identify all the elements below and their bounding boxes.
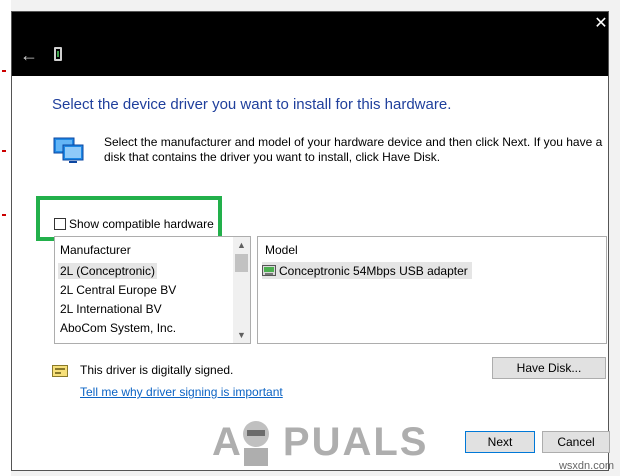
mascot-icon	[243, 421, 269, 466]
back-arrow-icon[interactable]: ←	[18, 44, 40, 66]
driver-signing-link[interactable]: Tell me why driver signing is important	[80, 385, 283, 399]
update-driver-dialog: ← ✕ Select the device driver you want to…	[11, 11, 610, 471]
device-icon	[54, 47, 62, 61]
site-watermark: wsxdn.com	[558, 460, 614, 472]
scroll-down-icon[interactable]: ▼	[233, 327, 250, 343]
title-bar: ← ✕	[12, 12, 608, 76]
list-item[interactable]: 2L International BV	[58, 301, 164, 317]
scroll-up-icon[interactable]: ▲	[233, 237, 250, 253]
page-title: Select the device driver you want to ins…	[52, 96, 452, 113]
close-button[interactable]: ✕	[594, 14, 608, 34]
instructions-text: Select the manufacturer and model of you…	[104, 135, 603, 164]
manufacturer-list[interactable]: Manufacturer 2L (Conceptronic) 2L Centra…	[54, 236, 251, 344]
cancel-button[interactable]: Cancel	[542, 431, 610, 453]
show-compatible-checkbox[interactable]	[54, 217, 66, 230]
show-compatible-row[interactable]: Show compatible hardware	[54, 215, 214, 231]
network-monitors-icon	[53, 137, 84, 163]
signed-status-text: This driver is digitally signed.	[80, 363, 234, 377]
signed-driver-icon	[52, 365, 68, 377]
edge-mark	[2, 214, 6, 216]
show-compatible-label[interactable]: Show compatible hardware	[69, 217, 214, 231]
network-adapter-icon	[262, 265, 276, 277]
model-list[interactable]: Model Conceptronic 54Mbps USB adapter	[257, 236, 607, 344]
model-header: Model	[265, 243, 298, 257]
list-item[interactable]: 2L (Conceptronic)	[58, 263, 157, 279]
next-button[interactable]: Next	[465, 431, 535, 453]
edge-mark	[2, 70, 6, 72]
scrollbar[interactable]: ▲ ▼	[233, 237, 250, 343]
list-item[interactable]: AboCom System, Inc.	[58, 320, 178, 336]
model-label: Conceptronic 54Mbps USB adapter	[279, 263, 468, 278]
manufacturer-header: Manufacturer	[60, 243, 131, 257]
left-edge	[0, 0, 11, 476]
edge-mark	[2, 150, 6, 152]
list-item[interactable]: Conceptronic 54Mbps USB adapter	[262, 262, 472, 279]
list-item[interactable]: 2L Central Europe BV	[58, 282, 178, 298]
scroll-thumb[interactable]	[235, 254, 248, 272]
have-disk-button[interactable]: Have Disk...	[492, 357, 606, 379]
